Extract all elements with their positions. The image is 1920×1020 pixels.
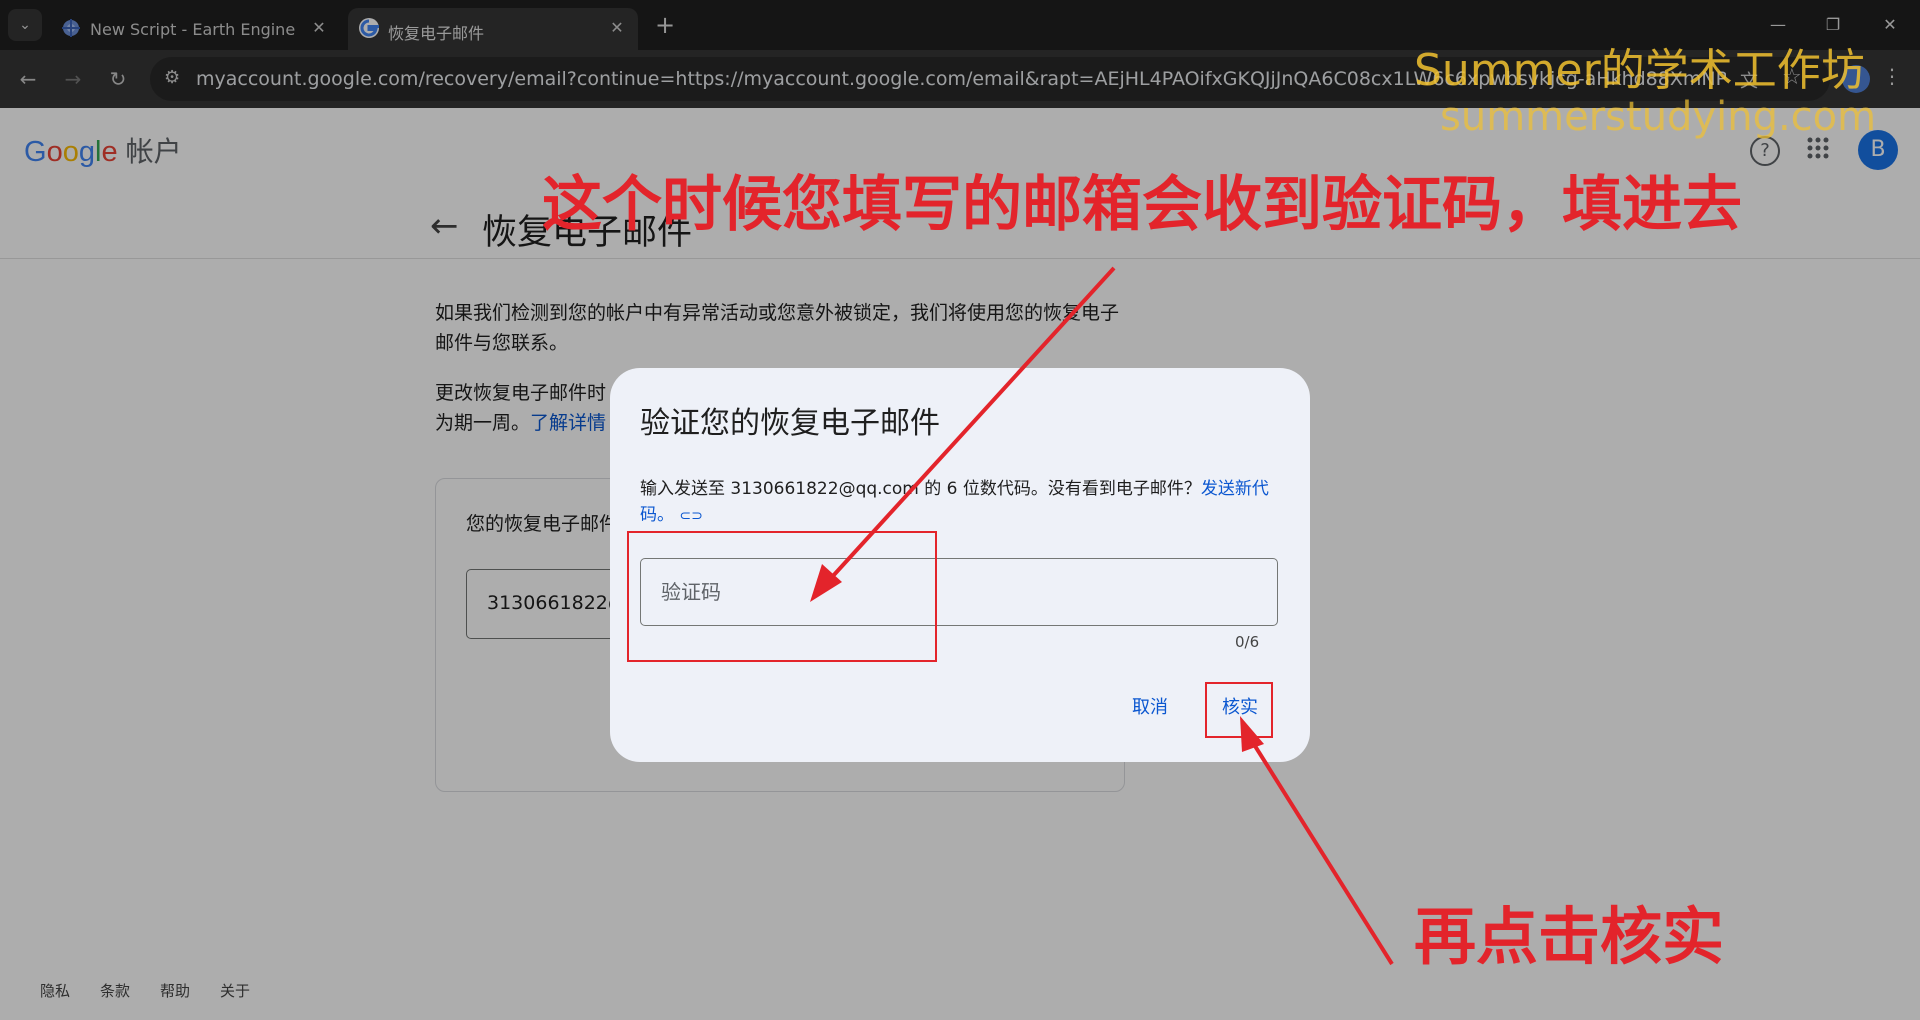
instruction-bottom: 再点击核实 xyxy=(1414,900,1725,973)
arrow-to-verify-button xyxy=(1248,736,1394,966)
watermark-url: summerstudying.com xyxy=(1440,94,1877,140)
annotation-arrows xyxy=(810,266,1394,966)
arrowhead-verify-button xyxy=(1240,716,1264,752)
arrow-to-code-input xyxy=(820,266,1116,590)
watermark-title: Summer的学术工作坊 xyxy=(1414,45,1865,96)
